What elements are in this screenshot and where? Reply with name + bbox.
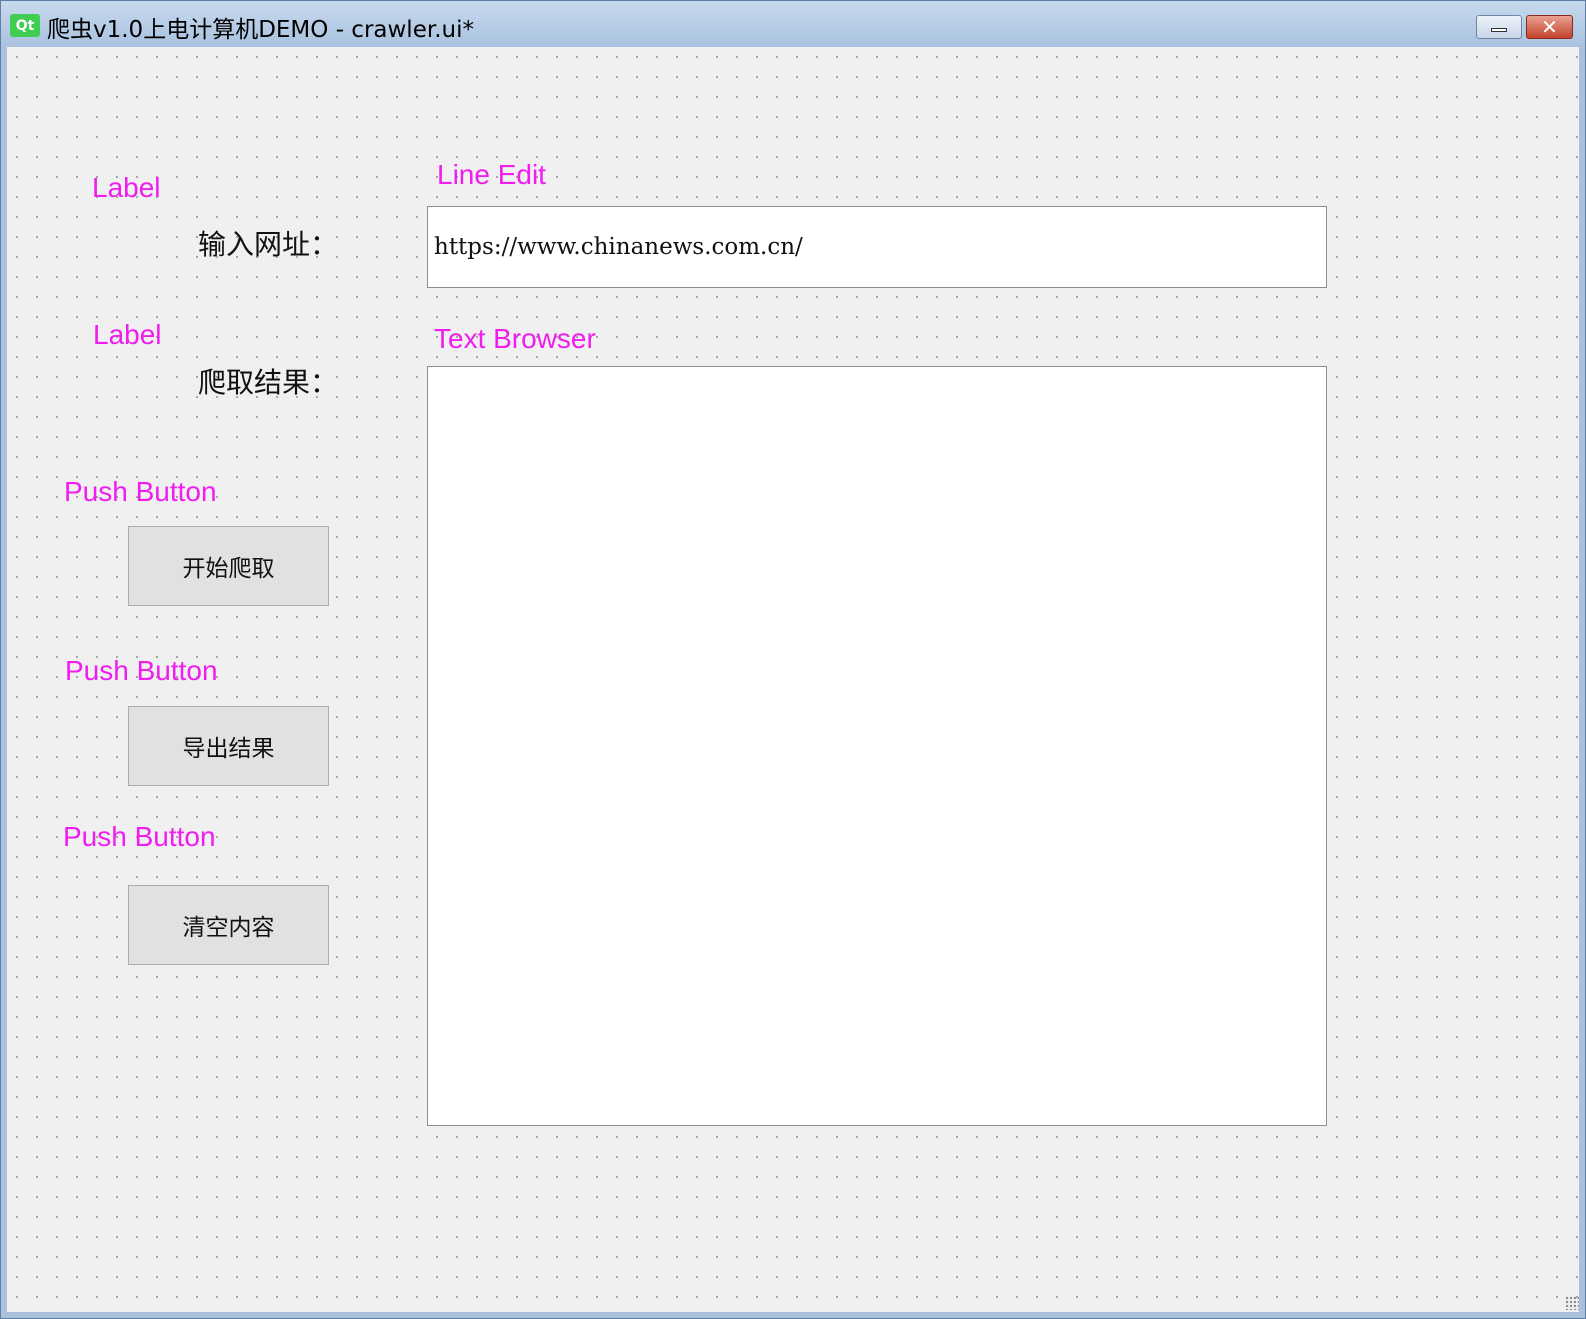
url-input[interactable] xyxy=(427,206,1327,288)
line-edit-hint: Line Edit xyxy=(437,159,546,190)
minimize-icon xyxy=(1491,28,1507,32)
push-button-hint-clear: Push Button xyxy=(63,821,216,852)
close-button[interactable]: ✕ xyxy=(1526,15,1573,39)
title-bar[interactable]: Qt 爬虫v1.0上电计算机DEMO - crawler.ui* ✕ xyxy=(1,1,1585,47)
url-label-hint: Label xyxy=(92,172,161,203)
push-button-hint-start: Push Button xyxy=(64,476,217,507)
result-text-browser[interactable] xyxy=(427,366,1327,1126)
result-label[interactable]: 爬取结果： xyxy=(198,361,338,401)
start-crawl-button[interactable]: 开始爬取 xyxy=(128,526,329,606)
window-title: 爬虫v1.0上电计算机DEMO - crawler.ui* xyxy=(47,17,474,43)
minimize-button[interactable] xyxy=(1476,15,1522,39)
result-label-hint: Label xyxy=(93,319,162,350)
push-button-hint-export: Push Button xyxy=(65,655,218,686)
close-icon: ✕ xyxy=(1541,15,1558,39)
clear-content-button[interactable]: 清空内容 xyxy=(128,885,329,965)
qt-logo-icon: Qt xyxy=(10,14,40,37)
resize-grip-icon[interactable] xyxy=(1565,1296,1579,1310)
designer-form-window: Qt 爬虫v1.0上电计算机DEMO - crawler.ui* ✕ Label… xyxy=(0,0,1586,1319)
text-browser-hint: Text Browser xyxy=(434,323,596,354)
export-results-button[interactable]: 导出结果 xyxy=(128,706,329,786)
url-label[interactable]: 输入网址： xyxy=(198,223,338,263)
